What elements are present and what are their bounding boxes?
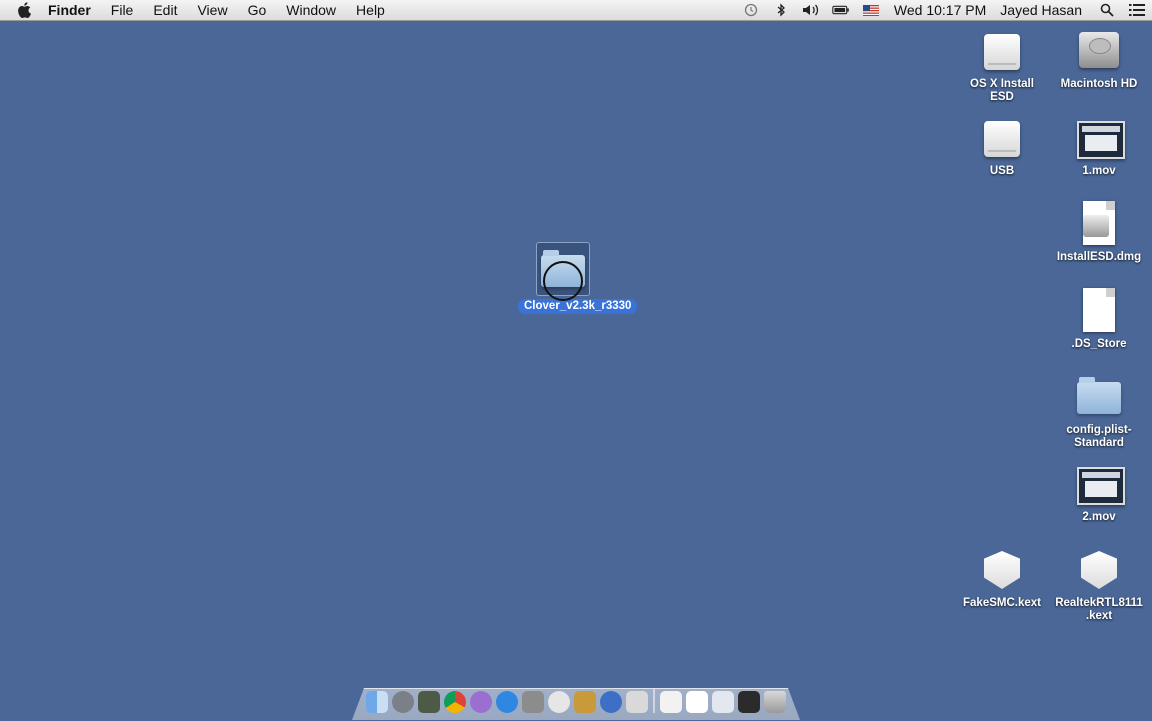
desktop-icon-label: OS X Install ESD [970,78,1034,103]
menu-window[interactable]: Window [276,0,346,20]
dragged-folder-clover[interactable]: Clover_v2.3k_r3330 [518,242,638,314]
desktop-icon-label: 1.mov [1082,165,1116,177]
hard-drive-icon [1075,26,1123,74]
trash-icon[interactable] [764,691,786,713]
menu-edit[interactable]: Edit [143,0,187,20]
desktop-icon-label: InstallESD.dmg [1056,251,1142,263]
terminal-icon[interactable] [574,691,596,713]
battery-icon[interactable] [832,3,850,17]
menu-clock[interactable]: Wed 10:17 PM [894,2,986,18]
chrome-icon[interactable] [444,691,466,713]
documents-stack-icon[interactable] [686,691,708,713]
desktop-icon-label: 2.mov [1082,511,1116,523]
folder-icon[interactable] [536,242,590,301]
menu-user-name[interactable]: Jayed Hasan [1000,2,1082,18]
desktop-icon-2-mov[interactable]: 2.mov [1054,459,1144,524]
menu-file[interactable]: File [101,0,144,20]
us-flag-input-icon[interactable] [862,3,880,17]
dock [352,688,800,720]
apple-menu-icon[interactable] [0,0,48,20]
dock-separator [653,689,655,713]
kext-bundle-icon [1075,545,1123,593]
desktop-icon-label: .DS_Store [1071,338,1127,350]
textedit-icon[interactable] [548,691,570,713]
drag-cursor-icon [543,261,583,301]
desktop-icon-label: FakeSMC.kext [963,597,1041,609]
menu-view[interactable]: View [187,0,237,20]
bluetooth-icon[interactable] [772,3,790,17]
folder-icon [1075,372,1123,420]
desktop-icon-realtekrtl8111-kext[interactable]: RealtekRTL8111.kext [1054,545,1144,623]
applications-folder-icon[interactable] [660,691,682,713]
desktop-icon-ds-store[interactable]: .DS_Store [1054,286,1144,351]
system-preferences-icon[interactable] [522,691,544,713]
mission-control-icon[interactable] [418,691,440,713]
desktop-icon-label: Macintosh HD [1060,78,1138,90]
menu-go[interactable]: Go [238,0,277,20]
external-drive-icon [978,113,1026,161]
desktop-icon-fakesmc-kext[interactable]: FakeSMC.kext [957,545,1047,610]
movie-file-icon [1075,459,1125,507]
desktop-icon-label: config.plist-Standard [1066,424,1132,449]
desktop-icon-config-plist-standard[interactable]: config.plist-Standard [1054,372,1144,450]
desktop-icon-1-mov[interactable]: 1.mov [1054,113,1144,178]
desktop-icon-macintosh-hd[interactable]: Macintosh HD [1054,26,1144,91]
movie-file-icon [1075,113,1125,161]
document-icon [1075,286,1123,334]
menu-app-name[interactable]: Finder [48,0,101,20]
dragged-folder-label: Clover_v2.3k_r3330 [518,299,638,314]
time-machine-icon[interactable] [742,3,760,17]
desktop-icon-label: RealtekRTL8111.kext [1055,597,1143,622]
app-store-icon[interactable] [496,691,518,713]
notification-center-icon[interactable] [1128,3,1146,17]
spotlight-search-icon[interactable] [1098,3,1116,17]
volume-icon[interactable] [802,3,820,17]
screen-stack-icon[interactable] [738,691,760,713]
kext-bundle-icon [978,545,1026,593]
menu-bar: Finder File Edit View Go Window Help Wed… [0,0,1152,21]
safari-icon[interactable] [600,691,622,713]
itunes-icon[interactable] [470,691,492,713]
desktop-icon-os-x-install-esd[interactable]: OS X Install ESD [957,26,1047,104]
disk-image-icon [1075,199,1123,247]
desktop-icon-installesd-dmg[interactable]: InstallESD.dmg [1054,199,1144,264]
desktop-icon-usb[interactable]: USB [957,113,1047,178]
desktop-icon-label: USB [989,165,1015,177]
downloads-stack-icon[interactable] [712,691,734,713]
menu-help[interactable]: Help [346,0,395,20]
external-drive-icon [978,26,1026,74]
script-editor-icon[interactable] [626,691,648,713]
launchpad-icon[interactable] [392,691,414,713]
finder-icon[interactable] [366,691,388,713]
